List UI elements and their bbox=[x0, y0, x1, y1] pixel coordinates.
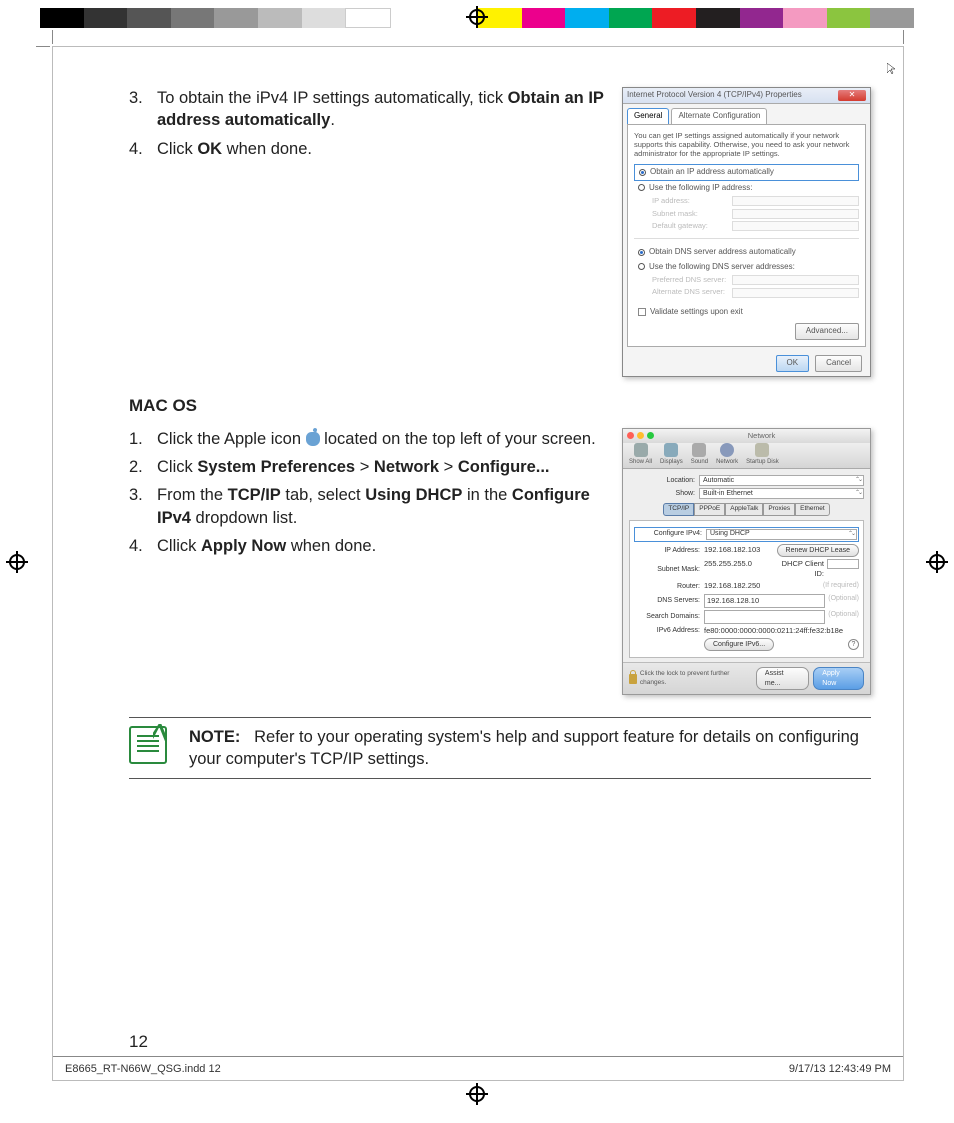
radio-use-following-dns[interactable]: Use the following DNS server addresses: bbox=[634, 260, 859, 275]
dns-servers-field[interactable]: 192.168.128.10 bbox=[704, 594, 825, 608]
page-content: 3.To obtain the iPv4 IP settings automat… bbox=[129, 87, 871, 779]
registration-mark-icon bbox=[926, 551, 948, 573]
dialog-description: You can get IP settings assigned automat… bbox=[634, 131, 859, 158]
note-callout: NOTE: Refer to your operating system's h… bbox=[129, 717, 871, 780]
checkbox-validate-settings[interactable]: Validate settings upon exit bbox=[634, 305, 859, 320]
page-number: 12 bbox=[129, 1032, 148, 1052]
assist-me-button[interactable]: Assist me... bbox=[756, 667, 809, 690]
mac-toolbar: Show All Displays Sound Network Startup … bbox=[623, 443, 870, 469]
ok-button[interactable]: OK bbox=[776, 355, 810, 372]
list-item: 4.Click OK when done. bbox=[129, 138, 608, 160]
registration-mark-icon bbox=[6, 551, 28, 573]
macos-heading: MAC OS bbox=[129, 395, 871, 418]
toolbar-item-sound[interactable]: Sound bbox=[691, 443, 708, 466]
zoom-icon[interactable] bbox=[647, 432, 654, 439]
toolbar-item-displays[interactable]: Displays bbox=[660, 443, 683, 466]
close-icon[interactable] bbox=[627, 432, 634, 439]
crop-mark bbox=[903, 30, 904, 44]
registration-mark-icon bbox=[466, 1083, 488, 1105]
list-item: 2.Click System Preferences > Network > C… bbox=[129, 456, 608, 478]
macos-step-list: 1.Click the Apple icon located on the to… bbox=[129, 428, 608, 557]
registration-mark-icon bbox=[466, 6, 488, 28]
page-frame: 3.To obtain the iPv4 IP settings automat… bbox=[52, 46, 904, 1081]
preferred-dns-field[interactable] bbox=[732, 275, 859, 285]
tab-appletalk[interactable]: AppleTalk bbox=[725, 503, 763, 516]
list-item: 3.To obtain the iPv4 IP settings automat… bbox=[129, 87, 608, 132]
slug-filename: E8665_RT-N66W_QSG.indd 12 bbox=[65, 1063, 221, 1075]
windows-step-list: 3.To obtain the iPv4 IP settings automat… bbox=[129, 87, 608, 160]
ip-address-field[interactable] bbox=[732, 196, 859, 206]
alternate-dns-field[interactable] bbox=[732, 288, 859, 298]
tab-general[interactable]: General bbox=[627, 108, 669, 124]
tab-proxies[interactable]: Proxies bbox=[763, 503, 795, 516]
renew-dhcp-button[interactable]: Renew DHCP Lease bbox=[777, 544, 859, 557]
tab-tcpip[interactable]: TCP/IP bbox=[663, 503, 694, 516]
default-gateway-field[interactable] bbox=[732, 221, 859, 231]
location-select[interactable]: Automatic bbox=[699, 475, 864, 486]
windows-ipv4-dialog: Internet Protocol Version 4 (TCP/IPv4) P… bbox=[622, 87, 871, 377]
cancel-button[interactable]: Cancel bbox=[815, 355, 862, 372]
help-icon[interactable]: ? bbox=[848, 639, 859, 650]
advanced-button[interactable]: Advanced... bbox=[795, 323, 859, 340]
tab-ethernet[interactable]: Ethernet bbox=[795, 503, 830, 516]
crop-mark bbox=[36, 46, 50, 47]
note-icon bbox=[129, 726, 167, 764]
toolbar-item-showall[interactable]: Show All bbox=[629, 443, 652, 466]
minimize-icon[interactable] bbox=[637, 432, 644, 439]
configure-ipv6-button[interactable]: Configure IPv6... bbox=[704, 638, 774, 651]
radio-obtain-dns-auto[interactable]: Obtain DNS server address automatically bbox=[634, 245, 859, 260]
note-text: NOTE: Refer to your operating system's h… bbox=[189, 726, 871, 771]
toolbar-item-network[interactable]: Network bbox=[716, 443, 738, 466]
tab-alternate[interactable]: Alternate Configuration bbox=[671, 108, 767, 124]
cursor-icon bbox=[887, 63, 897, 75]
slug-timestamp: 9/17/13 12:43:49 PM bbox=[789, 1063, 891, 1075]
print-slug-line: E8665_RT-N66W_QSG.indd 12 9/17/13 12:43:… bbox=[53, 1056, 903, 1080]
close-icon[interactable]: ✕ bbox=[838, 90, 866, 101]
tab-pppoe[interactable]: PPPoE bbox=[694, 503, 725, 516]
toolbar-item-startup[interactable]: Startup Disk bbox=[746, 443, 779, 466]
lock-icon bbox=[629, 674, 637, 684]
dhcp-client-id-field[interactable] bbox=[827, 559, 859, 569]
radio-obtain-ip-auto[interactable]: Obtain an IP address automatically bbox=[634, 164, 859, 181]
mac-subtabs: TCP/IP PPPoE AppleTalk Proxies Ethernet bbox=[629, 503, 864, 516]
apply-now-button[interactable]: Apply Now bbox=[813, 667, 864, 690]
list-item: 1.Click the Apple icon located on the to… bbox=[129, 428, 608, 450]
dialog-title: Internet Protocol Version 4 (TCP/IPv4) P… bbox=[627, 90, 802, 101]
subnet-mask-field[interactable] bbox=[732, 209, 859, 219]
dialog-titlebar: Internet Protocol Version 4 (TCP/IPv4) P… bbox=[623, 88, 870, 104]
lock-message[interactable]: Click the lock to prevent further change… bbox=[629, 670, 756, 688]
mac-titlebar: Network bbox=[623, 429, 870, 443]
search-domains-field[interactable] bbox=[704, 610, 825, 624]
configure-ipv4-select[interactable]: Using DHCP bbox=[706, 529, 857, 540]
crop-mark bbox=[52, 30, 53, 44]
list-item: 4.Cllick Apply Now when done. bbox=[129, 535, 608, 557]
apple-icon bbox=[306, 432, 320, 446]
mac-network-window: Network Show All Displays Sound Network … bbox=[622, 428, 871, 695]
radio-use-following-ip[interactable]: Use the following IP address: bbox=[634, 181, 859, 196]
show-select[interactable]: Built-in Ethernet bbox=[699, 488, 864, 499]
list-item: 3.From the TCP/IP tab, select Using DHCP… bbox=[129, 484, 608, 529]
